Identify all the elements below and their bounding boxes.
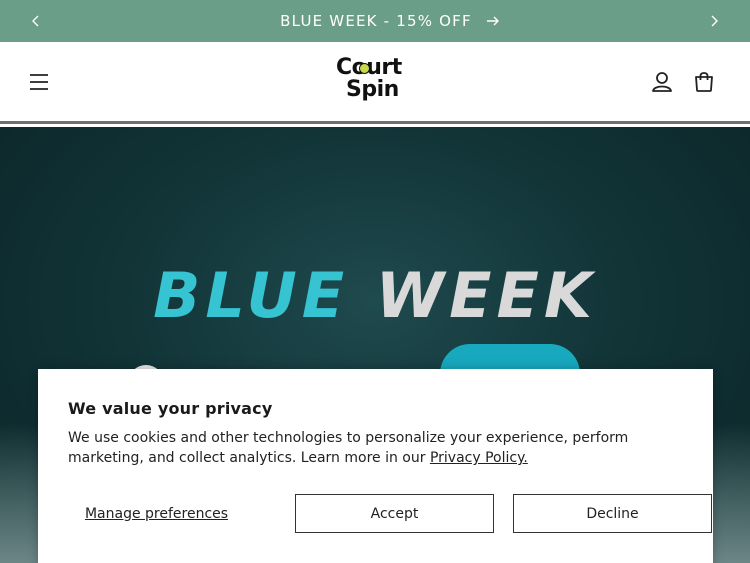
announcement-link[interactable]: BLUE WEEK - 15% OFF [280, 12, 500, 30]
announcement-next-button[interactable] [694, 0, 734, 42]
announcement-text: BLUE WEEK - 15% OFF [280, 12, 472, 30]
manage-preferences-button[interactable]: Manage preferences [68, 494, 245, 533]
hero-title-word-2: WEEK [375, 259, 597, 332]
announcement-prev-button[interactable] [16, 0, 56, 42]
arrow-right-icon [486, 16, 499, 26]
decline-button[interactable]: Decline [513, 494, 712, 533]
logo-line-2: Spin [346, 77, 399, 102]
accept-button[interactable]: Accept [295, 494, 494, 533]
user-icon [652, 72, 672, 92]
shopping-bag-icon [695, 72, 713, 92]
site-header: Court Spin [0, 42, 750, 124]
chevron-right-icon [711, 15, 718, 27]
announcement-bar: BLUE WEEK - 15% OFF [0, 0, 750, 42]
cart-button[interactable] [692, 70, 716, 94]
logo-line-1: Court [336, 57, 416, 79]
cookie-title: We value your privacy [68, 399, 273, 418]
hero-title-word-1: BLUE [153, 259, 350, 332]
site-logo[interactable]: Court Spin [336, 57, 416, 109]
account-button[interactable] [650, 70, 674, 94]
cookie-actions: Manage preferences Accept Decline [68, 494, 712, 533]
chevron-left-icon [32, 15, 39, 27]
privacy-policy-link[interactable]: Privacy Policy. [430, 450, 528, 466]
cookie-body-text: We use cookies and other technologies to… [68, 430, 629, 466]
menu-button[interactable] [28, 71, 50, 93]
cookie-body: We use cookies and other technologies to… [68, 428, 683, 468]
cookie-consent-banner: We value your privacy We use cookies and… [38, 369, 713, 563]
hamburger-menu-icon [30, 74, 48, 90]
hero-title: BLUE WEEK [0, 259, 750, 332]
tennis-ball-icon [359, 63, 370, 74]
